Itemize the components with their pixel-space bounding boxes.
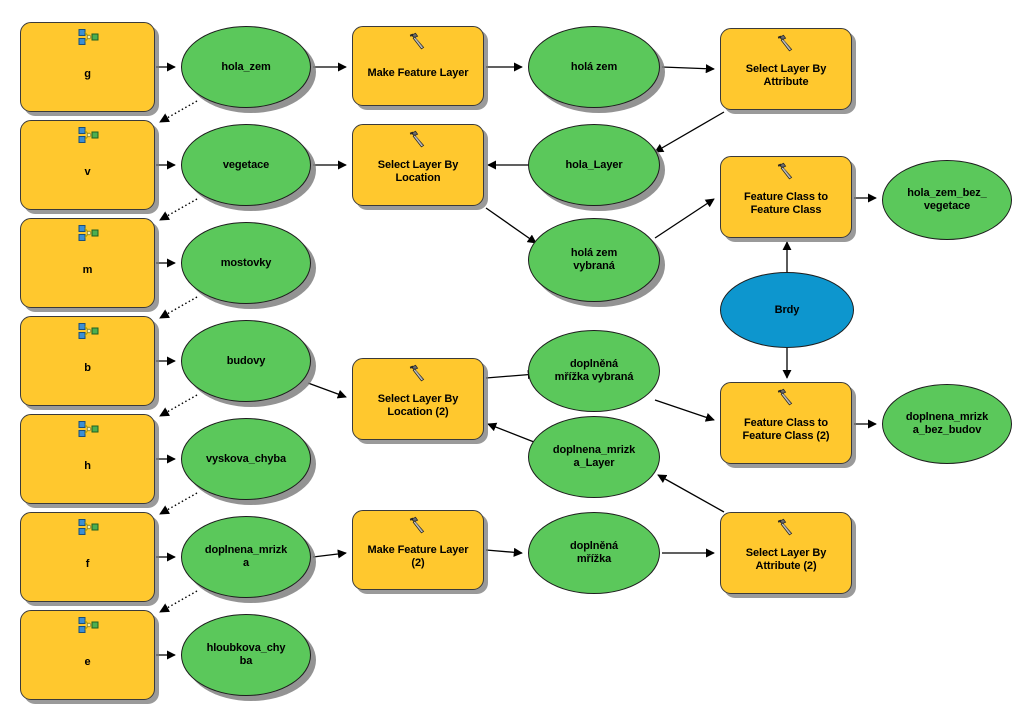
d-hola-zem-bez-node[interactable]: hola_zem_bez_ vegetace <box>882 160 1012 240</box>
d-hola-zem-node[interactable]: hola_zem <box>181 26 311 108</box>
p-slbl2-label: Select Layer By Location (2) <box>377 393 459 418</box>
d-doplnena-mr-node[interactable]: doplněná mřížka <box>528 512 660 594</box>
var-m-node[interactable]: m <box>20 218 155 308</box>
d-mostovky-node[interactable]: mostovky <box>181 222 311 304</box>
variable-icon <box>76 126 100 144</box>
connector-d-vyskova-chyba-to-var-f[interactable] <box>159 492 198 515</box>
hammer-tool-icon <box>774 34 798 52</box>
hammer-tool-icon <box>406 32 430 50</box>
connector-p-mfl2-to-d-doplnena-mr[interactable] <box>485 547 523 557</box>
var-g-label: g <box>84 67 91 80</box>
modelbuilder-canvas[interactable]: g v m b h f e hola_zem vegetace mostovky… <box>0 0 1032 714</box>
p-slba1-label: Select Layer By Attribute <box>745 63 827 88</box>
d-doplnena-vyb-node[interactable]: doplněná mřížka vybraná <box>528 330 660 412</box>
d-dop-bez-budov-node[interactable]: doplnena_mrizk a_bez_budov <box>882 384 1012 464</box>
connector-p-slbl1-to-d-hola-zem-vyb[interactable] <box>485 207 537 244</box>
d-hola-zem-vyb-node[interactable]: holá zem vybraná <box>528 218 660 302</box>
d-dop-bez-budov-label: doplnena_mrizk a_bez_budov <box>905 411 989 436</box>
connector-p-slba2-to-d-doplnena-layer[interactable] <box>657 474 725 513</box>
d-hola-zem2-node[interactable]: holá zem <box>528 26 660 108</box>
p-fc2fc1-node[interactable]: Feature Class to Feature Class <box>720 156 852 238</box>
var-f-node[interactable]: f <box>20 512 155 602</box>
connector-d-budovy-to-p-slbl2[interactable] <box>307 382 347 399</box>
d-doplnena-mrizka-label: doplnena_mrizk a <box>204 544 288 569</box>
var-b-label: b <box>84 361 91 374</box>
connector-d-mostovky-to-var-b[interactable] <box>159 296 198 319</box>
variable-icon <box>76 322 100 340</box>
p-slba2-node[interactable]: Select Layer By Attribute (2) <box>720 512 852 594</box>
p-slba2-label: Select Layer By Attribute (2) <box>745 547 827 572</box>
p-fc2fc2-node[interactable]: Feature Class to Feature Class (2) <box>720 382 852 464</box>
p-slba1-node[interactable]: Select Layer By Attribute <box>720 28 852 110</box>
p-slbl1-label: Select Layer By Location <box>377 159 459 184</box>
d-budovy-node[interactable]: budovy <box>181 320 311 402</box>
connector-d-hola-zem-vyb-to-p-fc2fc1[interactable] <box>654 198 715 239</box>
d-vegetace-node[interactable]: vegetace <box>181 124 311 206</box>
var-f-label: f <box>85 557 90 570</box>
var-b-node[interactable]: b <box>20 316 155 406</box>
connector-d-doplnena-mrizka-to-var-e[interactable] <box>159 590 198 613</box>
d-hola-zem-vyb-label: holá zem vybraná <box>570 247 618 272</box>
var-g-node[interactable]: g <box>20 22 155 112</box>
d-vegetace-label: vegetace <box>222 158 270 171</box>
d-hola-layer-node[interactable]: hola_Layer <box>528 124 660 206</box>
connector-d-doplnena-vyb-to-p-fc2fc2[interactable] <box>654 399 715 422</box>
connector-d-vegetace-to-var-m[interactable] <box>159 198 198 221</box>
connector-d-budovy-to-var-h[interactable] <box>159 394 198 417</box>
hammer-tool-icon <box>406 516 430 534</box>
d-hola-zem-bez-label: hola_zem_bez_ vegetace <box>907 187 987 212</box>
d-doplnena-mr-label: doplněná mřížka <box>569 540 619 565</box>
variable-icon <box>76 616 100 634</box>
var-h-node[interactable]: h <box>20 414 155 504</box>
var-v-node[interactable]: v <box>20 120 155 210</box>
hammer-tool-icon <box>774 388 798 406</box>
p-slbl2-node[interactable]: Select Layer By Location (2) <box>352 358 484 440</box>
d-mostovky-label: mostovky <box>220 256 272 269</box>
connector-d-doplnena-layer-to-p-slbl2[interactable] <box>487 422 535 443</box>
d-hola-zem-label: hola_zem <box>221 60 271 73</box>
d-doplnena-layer-node[interactable]: doplnena_mrizk a_Layer <box>528 416 660 498</box>
p-mfl1-label: Make Feature Layer <box>367 66 469 79</box>
p-mfl2-node[interactable]: Make Feature Layer (2) <box>352 510 484 590</box>
var-h-label: h <box>84 459 91 472</box>
variable-icon <box>76 518 100 536</box>
d-hola-zem2-label: holá zem <box>570 60 618 73</box>
d-hola-layer-label: hola_Layer <box>565 158 623 171</box>
hammer-tool-icon <box>774 162 798 180</box>
d-hloubkova-chyba-label: hloubkova_chy ba <box>206 642 286 667</box>
variable-icon <box>76 420 100 438</box>
d-vyskova-chyba-label: vyskova_chyba <box>205 452 287 465</box>
d-doplnena-mrizka-node[interactable]: doplnena_mrizk a <box>181 516 311 598</box>
d-brdy-node[interactable]: Brdy <box>720 272 854 348</box>
d-doplnena-layer-label: doplnena_mrizk a_Layer <box>552 444 636 469</box>
d-budovy-label: budovy <box>226 354 266 367</box>
p-fc2fc1-label: Feature Class to Feature Class <box>744 191 828 216</box>
connector-d-hola-zem-to-var-v[interactable] <box>159 100 198 123</box>
p-mfl2-label: Make Feature Layer (2) <box>367 544 469 569</box>
hammer-tool-icon <box>406 130 430 148</box>
var-e-label: e <box>84 655 91 668</box>
p-mfl1-node[interactable]: Make Feature Layer <box>352 26 484 106</box>
connector-d-doplnena-mrizka-to-p-mfl2[interactable] <box>312 549 347 559</box>
variable-icon <box>76 224 100 242</box>
p-fc2fc2-label: Feature Class to Feature Class (2) <box>742 417 830 442</box>
connector-p-slba1-to-d-hola-layer[interactable] <box>654 111 725 153</box>
d-hloubkova-chyba-node[interactable]: hloubkova_chy ba <box>181 614 311 696</box>
variable-icon <box>76 28 100 46</box>
connector-d-hola-zem2-to-p-slba1[interactable] <box>661 64 715 74</box>
d-doplnena-vyb-label: doplněná mřížka vybraná <box>554 358 634 383</box>
var-v-label: v <box>84 165 91 178</box>
hammer-tool-icon <box>774 518 798 536</box>
var-e-node[interactable]: e <box>20 610 155 700</box>
d-brdy-label: Brdy <box>774 303 800 316</box>
p-slbl1-node[interactable]: Select Layer By Location <box>352 124 484 206</box>
d-vyskova-chyba-node[interactable]: vyskova_chyba <box>181 418 311 500</box>
var-m-label: m <box>82 263 93 276</box>
hammer-tool-icon <box>406 364 430 382</box>
